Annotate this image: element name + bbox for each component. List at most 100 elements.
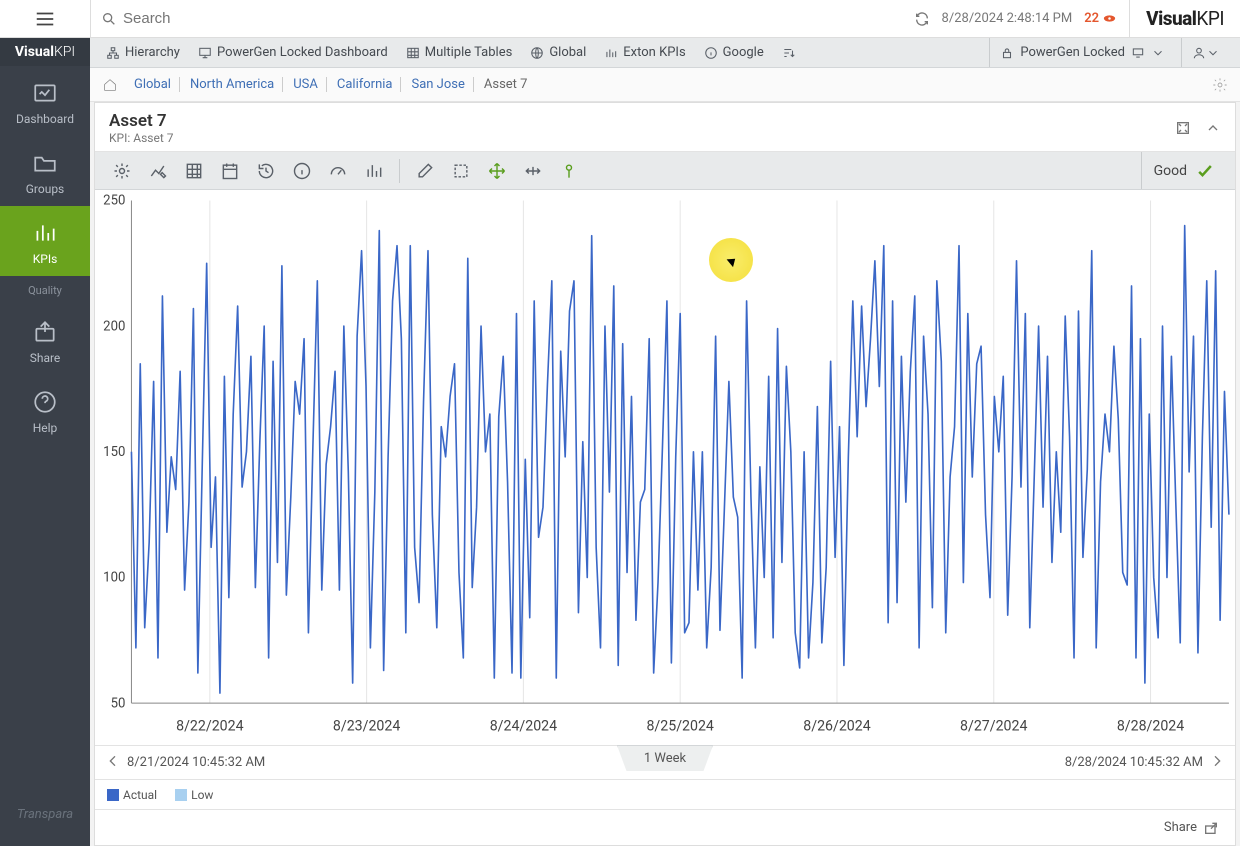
breadcrumb: Global North America USA California San …: [90, 68, 1240, 102]
tool-history[interactable]: [249, 156, 283, 186]
history-icon: [256, 161, 276, 181]
svg-text:200: 200: [103, 319, 125, 334]
edit-chart-icon: [148, 161, 168, 181]
legend-actual[interactable]: Actual: [107, 788, 157, 802]
tool-zoom-x[interactable]: [516, 156, 550, 186]
brand-logo: VisualKPI: [1129, 0, 1224, 37]
panel-subtitle: KPI: Asset 7: [109, 131, 173, 145]
svg-text:8/22/2024: 8/22/2024: [176, 717, 243, 734]
eraser-icon: [415, 161, 435, 181]
table-icon: [406, 46, 420, 60]
search-icon: [101, 11, 117, 27]
ribbon-exton[interactable]: Exton KPIs: [598, 45, 691, 60]
gear-icon[interactable]: [1212, 77, 1228, 93]
chevron-down-icon: [1151, 46, 1165, 60]
sidebar-footer: Transpara: [17, 807, 73, 846]
tool-bars[interactable]: [357, 156, 391, 186]
crumb-usa[interactable]: USA: [285, 77, 327, 92]
ribbon-global[interactable]: Global: [524, 45, 592, 60]
ribbon-locked[interactable]: PowerGen Locked: [989, 38, 1175, 67]
search-input[interactable]: [123, 10, 423, 27]
monitor-small-icon: [1131, 46, 1145, 60]
crumb-ca[interactable]: California: [329, 77, 402, 92]
sidebar-item-kpis[interactable]: KPIs: [0, 206, 90, 276]
tool-settings[interactable]: [105, 156, 139, 186]
svg-text:50: 50: [111, 696, 126, 711]
tool-edit-chart[interactable]: [141, 156, 175, 186]
tool-marker[interactable]: [552, 156, 586, 186]
chart-area[interactable]: 8/22/20248/23/20248/24/20248/25/20248/26…: [95, 190, 1235, 745]
sort-icon: [782, 46, 796, 60]
user-icon: [1192, 46, 1206, 60]
chart-toolbar: Good: [95, 152, 1235, 190]
range-start: 8/21/2024 10:45:32 AM: [127, 755, 265, 770]
crumb-na[interactable]: North America: [182, 77, 283, 92]
crumb-sj[interactable]: San Jose: [403, 77, 473, 92]
range-label[interactable]: 1 Week: [617, 745, 713, 771]
lock-icon: [1000, 46, 1014, 60]
chevron-down-icon: [1206, 46, 1220, 60]
hamburger-menu[interactable]: [0, 0, 90, 38]
svg-text:8/24/2024: 8/24/2024: [490, 717, 557, 734]
sidebar-item-dashboard[interactable]: Dashboard: [0, 66, 90, 136]
tool-calendar[interactable]: [213, 156, 247, 186]
sidebar-item-groups[interactable]: Groups: [0, 136, 90, 206]
top-bar: 8/28/2024 2:48:14 PM 22 VisualKPI: [0, 0, 1240, 38]
gauge-icon: [328, 161, 348, 181]
tool-select[interactable]: [444, 156, 478, 186]
tool-pan[interactable]: [480, 156, 514, 186]
sidebar-item-quality[interactable]: Quality: [28, 276, 62, 305]
globe-icon: [530, 46, 544, 60]
gear-icon: [112, 161, 132, 181]
bars-icon: [364, 161, 384, 181]
ribbon-user[interactable]: [1181, 38, 1230, 67]
share-button[interactable]: Share: [95, 809, 1235, 845]
select-icon: [451, 161, 471, 181]
crumb-global[interactable]: Global: [126, 77, 180, 92]
monitor-icon: [198, 46, 212, 60]
bar-chart-icon: [32, 220, 58, 246]
zoom-x-icon: [523, 161, 543, 181]
range-next[interactable]: [1209, 753, 1225, 773]
calendar-icon: [220, 161, 240, 181]
ribbon-dashboard[interactable]: PowerGen Locked Dashboard: [192, 45, 394, 60]
panel-title: Asset 7: [109, 111, 173, 131]
sidebar-item-help[interactable]: Help: [0, 375, 90, 445]
ribbon-hierarchy[interactable]: Hierarchy: [100, 45, 186, 60]
folder-icon: [32, 150, 58, 176]
chart-icon: [604, 46, 618, 60]
svg-text:8/26/2024: 8/26/2024: [803, 717, 870, 734]
chevron-up-icon[interactable]: [1205, 120, 1221, 136]
refresh-icon[interactable]: [914, 11, 930, 27]
tool-gauge[interactable]: [321, 156, 355, 186]
alert-badge[interactable]: 22: [1084, 11, 1117, 26]
home-icon[interactable]: [102, 77, 118, 93]
top-right: 8/28/2024 2:48:14 PM 22 VisualKPI: [914, 0, 1240, 37]
move-icon: [487, 161, 507, 181]
search-box[interactable]: [90, 0, 914, 37]
tool-info[interactable]: [285, 156, 319, 186]
marker-icon: [559, 161, 579, 181]
legend-low[interactable]: Low: [175, 788, 213, 802]
svg-text:8/23/2024: 8/23/2024: [333, 717, 400, 734]
ribbon-sort[interactable]: [776, 46, 802, 60]
svg-text:8/28/2024: 8/28/2024: [1117, 717, 1184, 734]
sidebar-item-share[interactable]: Share: [0, 305, 90, 375]
ribbon-google[interactable]: Google: [698, 45, 770, 60]
time-range-bar: 8/21/2024 10:45:32 AM 1 Week 8/28/2024 1…: [95, 745, 1235, 779]
sidebar-item-label: Dashboard: [16, 112, 74, 126]
svg-text:250: 250: [103, 193, 125, 208]
panel-header: Asset 7 KPI: Asset 7: [95, 103, 1235, 152]
tool-clear[interactable]: [408, 156, 442, 186]
share-icon: [32, 319, 58, 345]
expand-icon[interactable]: [1175, 120, 1191, 136]
tool-grid[interactable]: [177, 156, 211, 186]
svg-text:150: 150: [103, 445, 125, 460]
sidebar-item-label: KPIs: [33, 252, 58, 266]
crumb-asset: Asset 7: [476, 77, 536, 92]
eye-icon: [1102, 11, 1117, 26]
share-out-icon: [1203, 820, 1219, 836]
grid-icon: [184, 161, 204, 181]
ribbon-tables[interactable]: Multiple Tables: [400, 45, 519, 60]
range-prev[interactable]: [105, 753, 121, 773]
